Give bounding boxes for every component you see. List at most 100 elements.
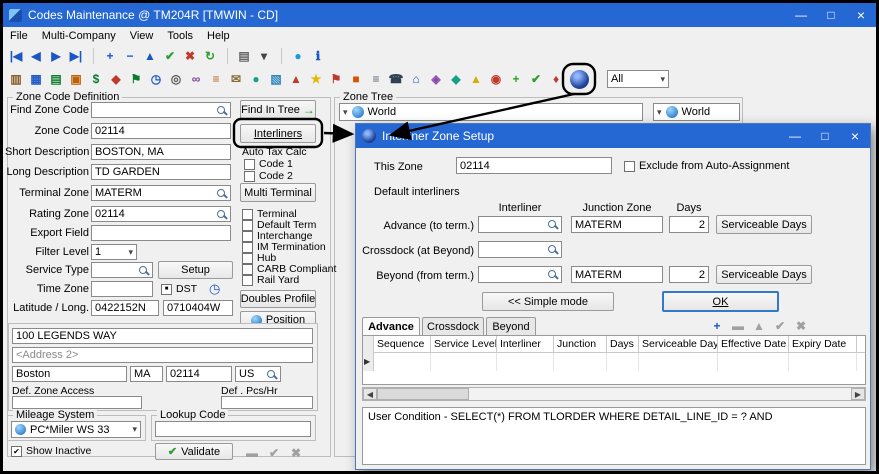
delete-record-icon[interactable]: −: [121, 47, 139, 65]
search-icon[interactable]: [547, 219, 558, 230]
clock-icon[interactable]: ◷: [209, 281, 220, 297]
grid-header-interliner[interactable]: Interliner: [497, 336, 554, 353]
export-field-input[interactable]: [91, 225, 231, 241]
scroll-left-icon[interactable]: ◀: [363, 388, 377, 400]
minimize-button[interactable]: —: [780, 124, 810, 148]
service-type-input[interactable]: [91, 262, 153, 278]
menu-view[interactable]: View: [123, 28, 161, 44]
filter-level-select[interactable]: 1 ▾: [91, 244, 137, 260]
zone-code-input[interactable]: 02114: [91, 123, 231, 139]
search-icon[interactable]: [547, 269, 558, 280]
clock-icon[interactable]: ◷: [147, 70, 165, 88]
address-line2-input[interactable]: <Address 2>: [12, 347, 313, 363]
search-icon[interactable]: [216, 209, 227, 220]
advance-days-input[interactable]: 2: [669, 216, 709, 233]
tree-expand-icon[interactable]: ▾: [343, 107, 348, 118]
time-zone-input[interactable]: [91, 281, 153, 297]
shield-icon[interactable]: ◆: [447, 70, 465, 88]
grid-header-junction[interactable]: Junction: [554, 336, 607, 353]
grid-header-serviceable-days[interactable]: Serviceable Days: [639, 336, 718, 353]
globe-teal-icon[interactable]: ●: [247, 70, 265, 88]
interliner-zones-icon[interactable]: [570, 70, 589, 89]
book-icon[interactable]: ▧: [267, 70, 285, 88]
grid-horizontal-scrollbar[interactable]: ◀ ▶: [362, 387, 866, 401]
lookup-code-input[interactable]: [155, 421, 311, 437]
home-icon[interactable]: ⌂: [407, 70, 425, 88]
user-condition-box[interactable]: User Condition - SELECT(*) FROM TLORDER …: [362, 407, 866, 465]
flag-red-icon[interactable]: ⚑: [327, 70, 345, 88]
scrollbar-thumb[interactable]: [377, 388, 469, 400]
delete-row-icon[interactable]: ▬: [729, 317, 747, 335]
simple-mode-button[interactable]: << Simple mode: [482, 292, 614, 311]
toolbar-filter-select[interactable]: All ▾: [607, 70, 669, 88]
mileage-system-select[interactable]: PC*Miler WS 33 ▾: [11, 421, 141, 438]
star-icon[interactable]: ★: [307, 70, 325, 88]
short-description-input[interactable]: BOSTON, MA: [91, 144, 231, 160]
grid-empty-row[interactable]: [374, 353, 865, 371]
close-button[interactable]: ×: [840, 124, 870, 148]
info-icon[interactable]: ℹ: [309, 47, 327, 65]
zone-tree-world-select[interactable]: ▾ World: [653, 103, 740, 121]
commit-lookup-icon[interactable]: ✔: [265, 444, 283, 462]
code-2-checkbox[interactable]: Code 2: [244, 170, 293, 182]
advance-junction-input[interactable]: MATERM: [571, 216, 663, 233]
commit-row-icon[interactable]: ✔: [771, 317, 789, 335]
this-zone-input[interactable]: 02114: [456, 157, 612, 174]
address-line1-input[interactable]: 100 LEGENDS WAY: [12, 328, 313, 344]
last-record-icon[interactable]: ▶|: [67, 47, 85, 65]
diamond-icon[interactable]: ♦: [547, 70, 565, 88]
link-icon[interactable]: ∞: [187, 70, 205, 88]
long-description-input[interactable]: TD GARDEN: [91, 164, 231, 180]
beyond-junction-input[interactable]: MATERM: [571, 266, 663, 283]
cancel-row-icon[interactable]: ✖: [792, 317, 810, 335]
zone-tree-root-select[interactable]: ▾ World: [339, 103, 643, 121]
search-icon[interactable]: [138, 265, 149, 276]
close-button[interactable]: ×: [846, 3, 876, 27]
currency-icon[interactable]: $: [87, 70, 105, 88]
exclude-auto-assignment-checkbox[interactable]: Exclude from Auto-Assignment: [624, 160, 789, 172]
interliners-button[interactable]: Interliners: [240, 124, 316, 143]
maximize-button[interactable]: □: [816, 3, 846, 27]
phone-icon[interactable]: ☎: [387, 70, 405, 88]
grid-icon[interactable]: ▦: [27, 70, 45, 88]
find-in-tree-button[interactable]: Find In Tree →: [240, 100, 316, 119]
beyond-interliner-input[interactable]: [478, 266, 562, 283]
tab-advance[interactable]: Advance: [362, 317, 420, 335]
grid-header-days[interactable]: Days: [607, 336, 639, 353]
search-icon[interactable]: [216, 188, 227, 199]
add-row-icon[interactable]: +: [708, 317, 726, 335]
doubles-profile-button[interactable]: Doubles Profile: [240, 290, 316, 308]
first-record-icon[interactable]: |◀: [7, 47, 25, 65]
show-inactive-checkbox[interactable]: ✔ Show Inactive: [11, 445, 91, 457]
chevron-down-icon[interactable]: ▾: [657, 107, 662, 118]
beyond-serviceable-days-button[interactable]: Serviceable Days: [716, 265, 812, 284]
def-pcs-hr-input[interactable]: [221, 396, 313, 409]
advance-serviceable-days-button[interactable]: Serviceable Days: [716, 215, 812, 234]
edit-row-icon[interactable]: ▲: [750, 317, 768, 335]
menu-tools[interactable]: Tools: [160, 28, 200, 44]
edit-record-icon[interactable]: ▲: [141, 47, 159, 65]
maximize-button[interactable]: □: [810, 124, 840, 148]
web-globe-icon[interactable]: ●: [289, 47, 307, 65]
scroll-right-icon[interactable]: ▶: [851, 388, 865, 400]
stamp-icon[interactable]: ▥: [7, 70, 25, 88]
tag-icon[interactable]: ◆: [107, 70, 125, 88]
list-icon[interactable]: ≡: [207, 70, 225, 88]
crossdock-interliner-input[interactable]: [478, 241, 562, 258]
longitude-input[interactable]: 0710404W: [163, 300, 233, 316]
calendar-icon[interactable]: ▣: [67, 70, 85, 88]
apply-icon[interactable]: ✔: [527, 70, 545, 88]
grid-header-service-level[interactable]: Service Level: [431, 336, 497, 353]
gem-icon[interactable]: ◈: [427, 70, 445, 88]
menu-file[interactable]: File: [3, 28, 35, 44]
print-options-dropdown-icon[interactable]: ▾: [255, 47, 273, 65]
city-input[interactable]: Boston: [12, 366, 127, 382]
tab-beyond[interactable]: Beyond: [486, 317, 536, 335]
add2-icon[interactable]: +: [507, 70, 525, 88]
zip-input[interactable]: 02114: [166, 366, 232, 382]
advance-interliner-input[interactable]: [478, 216, 562, 233]
target-icon[interactable]: ◉: [487, 70, 505, 88]
search-icon[interactable]: ◎: [167, 70, 185, 88]
search-icon[interactable]: [547, 244, 558, 255]
country-input[interactable]: US: [235, 366, 281, 382]
